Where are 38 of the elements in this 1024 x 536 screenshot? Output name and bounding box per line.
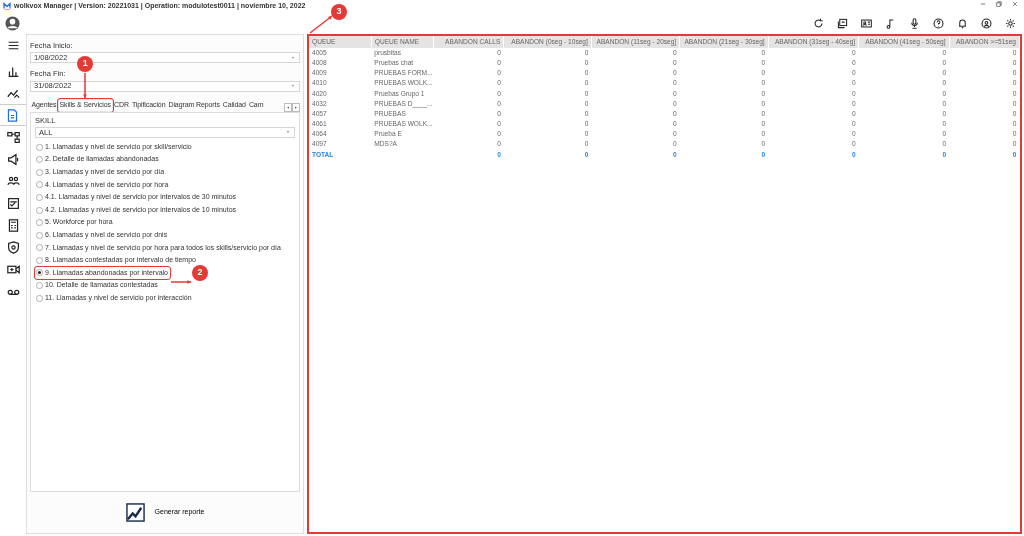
radio-button[interactable] [36,231,43,239]
radio-button[interactable] [36,269,43,277]
radio-button[interactable] [36,168,43,176]
contact-card-icon[interactable] [861,17,872,29]
gallery-icon[interactable] [837,17,848,29]
campaign-icon [6,152,20,166]
music-note-icon[interactable] [885,17,896,29]
radio-button[interactable] [36,206,43,214]
bell-icon[interactable] [957,17,968,29]
dropdown-arrow-icon [290,83,296,89]
help-icon[interactable] [933,17,944,29]
radio-button[interactable] [36,294,43,302]
radio-button[interactable] [36,282,43,290]
users-icon [6,174,20,188]
radio-button[interactable] [36,256,43,264]
avatar-icon[interactable] [5,16,20,32]
microphone-icon[interactable] [909,17,920,29]
video-icon [6,262,20,276]
line-chart-icon [125,502,145,522]
calculator-icon [6,218,20,232]
logo-icon [3,2,11,10]
flow-icon [6,130,20,144]
step-badge: 3 [331,4,347,20]
close-icon[interactable] [1012,1,1018,7]
restore-icon[interactable] [996,1,1002,7]
bars-icon [6,64,20,78]
form-icon [6,196,20,210]
radio-button[interactable] [36,193,43,201]
radio-button[interactable] [36,181,43,189]
report-icon [6,108,19,122]
refresh-icon[interactable] [813,17,824,29]
radio-button[interactable] [36,143,43,151]
user-circle-icon[interactable] [981,17,992,29]
radio-button[interactable] [36,244,43,252]
dropdown-arrow-icon [290,54,296,61]
radio-button[interactable] [36,156,43,164]
shield-icon [6,240,20,254]
radio-button[interactable] [36,219,43,227]
